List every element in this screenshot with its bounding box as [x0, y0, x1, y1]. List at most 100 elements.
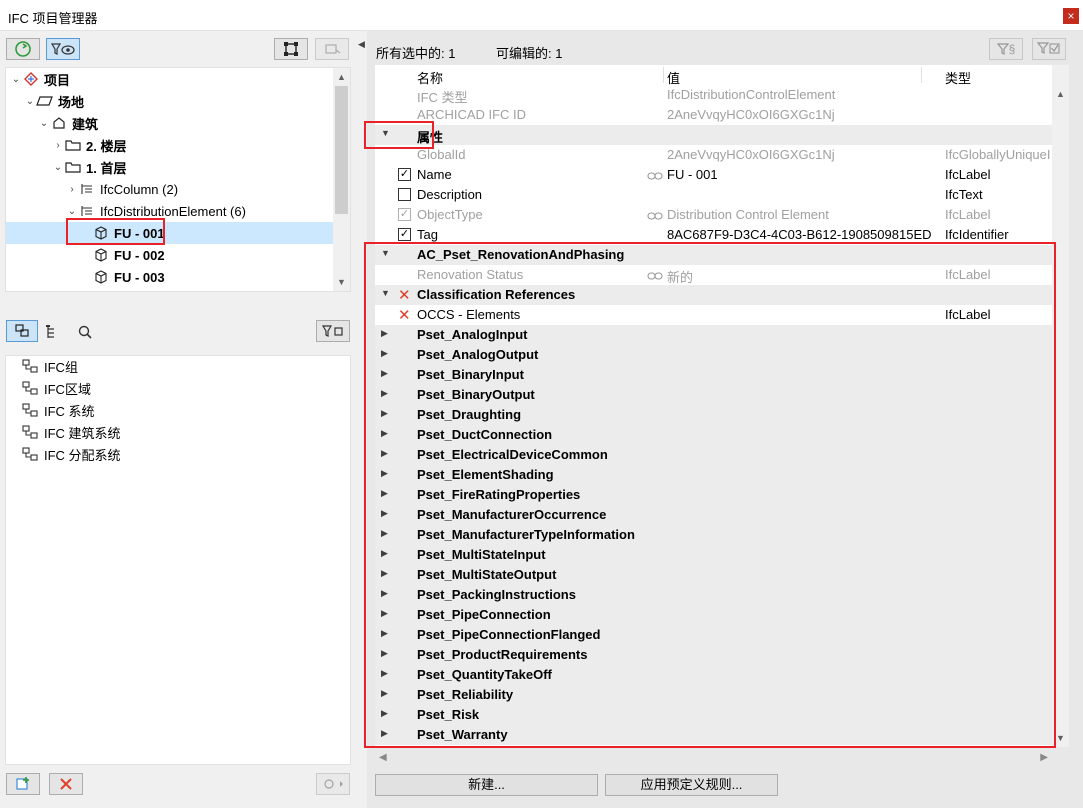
title-bar: IFC 项目管理器 ×	[0, 0, 1083, 31]
list-item-label: IFC 建筑系统	[44, 425, 121, 441]
expand-chevron-icon[interactable]: ⌄	[24, 96, 36, 107]
property-group-row[interactable]: ▼ 属性	[375, 125, 1052, 145]
tree-item[interactable]: ⌄ 建筑	[6, 112, 334, 134]
select-element-button[interactable]	[315, 38, 349, 60]
tree-item[interactable]: › IfcColumn (2)	[6, 178, 334, 200]
property-checkbox[interactable]: ✓	[398, 228, 412, 242]
tree-item[interactable]: FU - 002	[6, 244, 334, 266]
property-value[interactable]: 8AC687F9-D3C4-4C03-B612-1908509815ED	[667, 227, 932, 242]
property-row[interactable]: ✓ ObjectType Distribution Control Element I…	[375, 205, 1052, 225]
tree-item[interactable]: › 2. 楼层	[6, 134, 334, 156]
property-checkbox[interactable]: ✓	[398, 168, 412, 182]
add-button[interactable]	[6, 773, 40, 795]
node-select-icon	[284, 42, 298, 56]
property-row[interactable]: IFC 类型 IfcDistributionControlElement	[375, 85, 1052, 105]
expand-chevron-icon[interactable]: ⌄	[38, 118, 50, 129]
scroll-right-arrow[interactable]: ▶	[1040, 752, 1048, 763]
checkbox-box: ✓	[398, 168, 411, 181]
tree-item[interactable]: ⌄ 场地	[6, 90, 334, 112]
groups-list[interactable]: IFC组 IFC区域 IFC 系统 IFC 建筑系统 IFC 分配系统	[5, 355, 351, 765]
scroll-up-arrow[interactable]: ▲	[1052, 87, 1069, 101]
list-item[interactable]: IFC区域	[22, 378, 91, 398]
tree-item-label: FU - 002	[114, 247, 165, 263]
property-value[interactable]: 2AneVvqyHC0xOI6GXGc1Nj	[667, 107, 835, 122]
tab-groups[interactable]	[6, 320, 38, 342]
tree-item-label: FU - 003	[114, 269, 165, 285]
tab-hierarchy[interactable]	[44, 323, 64, 341]
building-icon	[50, 116, 68, 130]
property-value[interactable]: FU - 001	[667, 167, 718, 182]
checkbox-box: ✓	[398, 208, 411, 221]
property-row[interactable]: Description IfcText	[375, 185, 1052, 205]
property-row[interactable]: ARCHICAD IFC ID 2AneVvqyHC0xOI6GXGc1Nj	[375, 105, 1052, 125]
checkbox-box	[398, 188, 411, 201]
spatial-tree[interactable]: ⌄ 项目 ⌄ 场地 ⌄ 建筑 › 2. 楼层 ⌄ 1. 首层 › IfcColumn (2) ⌄ IfcD…	[5, 67, 351, 292]
list-item-label: IFC 分配系统	[44, 447, 121, 463]
tree-item[interactable]: FU - 003	[6, 266, 334, 288]
expand-chevron-icon[interactable]: ⌄	[10, 74, 22, 85]
filter-icon	[996, 43, 1009, 55]
class-icon	[78, 204, 96, 218]
collapse-chevron-icon[interactable]: ›	[66, 184, 78, 195]
collapse-arrow-icon[interactable]: ◀	[358, 39, 365, 50]
project-icon	[22, 72, 40, 86]
tree-item-label: 1. 首层	[86, 160, 127, 176]
refresh-icon	[15, 41, 31, 57]
scroll-left-arrow[interactable]: ◀	[379, 752, 387, 763]
element-select-icon	[325, 44, 341, 54]
property-name: GlobalId	[417, 147, 466, 162]
add-icon	[16, 777, 29, 790]
tree-item[interactable]: ⌄ 1. 首层	[6, 156, 334, 178]
property-value[interactable]: IfcDistributionControlElement	[667, 87, 835, 102]
property-type: IfcText	[945, 187, 983, 202]
distribution-system-icon	[22, 447, 44, 461]
property-value[interactable]: 2AneVvqyHC0xOI6GXGc1Nj	[667, 147, 835, 162]
list-item-label: IFC 系统	[44, 403, 95, 419]
expand-chevron-icon[interactable]: ⌄	[66, 206, 78, 217]
scroll-down-arrow[interactable]: ▼	[333, 275, 350, 289]
tree-item[interactable]: ⌄ 项目	[6, 68, 334, 90]
close-button[interactable]: ×	[1063, 8, 1079, 24]
tree-item-label: 2. 楼层	[86, 138, 127, 154]
filter-groups-button[interactable]	[316, 320, 350, 342]
list-item-label: IFC区域	[44, 381, 91, 397]
delete-button[interactable]	[49, 773, 83, 795]
collapse-chevron-icon[interactable]: ›	[52, 140, 64, 151]
refresh-button[interactable]	[6, 38, 40, 60]
apply-rules-button[interactable]: 应用预定义规则...	[605, 774, 778, 796]
tree-item[interactable]: ⌄ IfcDistributionElement (6)	[6, 200, 334, 222]
tree-item-label: IfcColumn (2)	[100, 181, 179, 197]
filter-checked-button[interactable]	[1032, 38, 1066, 60]
tab-search[interactable]	[76, 323, 96, 341]
link-dropdown-button[interactable]	[316, 773, 350, 795]
property-name: ARCHICAD IFC ID	[417, 107, 527, 122]
property-checkbox[interactable]	[398, 188, 412, 202]
group-tab-icon	[15, 324, 29, 337]
filter-section-button[interactable]: §	[989, 38, 1023, 60]
scroll-thumb[interactable]	[335, 86, 348, 214]
tree-item-label: IfcDistributionElement (6)	[100, 203, 246, 219]
property-row[interactable]: ✓ Name FU - 001 IfcLabel	[375, 165, 1052, 185]
list-item[interactable]: IFC 建筑系统	[22, 422, 121, 442]
property-value[interactable]: Distribution Control Element	[667, 207, 829, 222]
horizontal-scrollbar[interactable]: ◀ ▶	[375, 752, 1052, 766]
expand-chevron-icon[interactable]: ⌄	[52, 162, 64, 173]
list-item[interactable]: IFC 系统	[22, 400, 95, 420]
section-symbol: §	[1008, 42, 1016, 56]
scroll-up-arrow[interactable]: ▲	[333, 70, 350, 84]
new-button[interactable]: 新建...	[375, 774, 598, 796]
tree-scrollbar[interactable]: ▲ ▼	[333, 68, 350, 291]
link-icon	[647, 209, 663, 224]
link-icon	[324, 779, 343, 789]
list-item[interactable]: IFC组	[22, 356, 78, 376]
filter-view-button[interactable]	[46, 38, 80, 60]
property-checkbox[interactable]: ✓	[398, 208, 412, 222]
tree-item[interactable]: FU - 001	[6, 222, 334, 244]
filter-eye-icon	[50, 43, 75, 55]
property-name: Tag	[417, 227, 438, 242]
highlight-property-sets	[364, 242, 1056, 748]
select-tree-button[interactable]	[274, 38, 308, 60]
list-item-label: IFC组	[44, 359, 78, 375]
property-row[interactable]: GlobalId 2AneVvqyHC0xOI6GXGc1Nj IfcGloball…	[375, 145, 1052, 165]
list-item[interactable]: IFC 分配系统	[22, 444, 121, 464]
